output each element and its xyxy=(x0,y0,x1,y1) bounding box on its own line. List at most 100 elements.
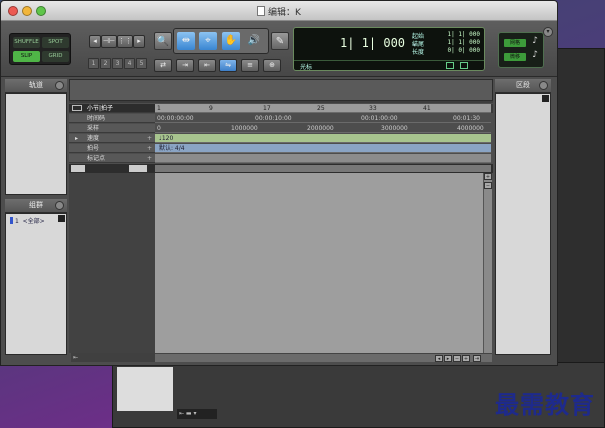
expand-arrow-icon[interactable]: ▸ xyxy=(75,134,78,143)
spot-mode-button[interactable]: SPOT xyxy=(42,37,69,48)
scroll-end-icon[interactable]: ⇥ xyxy=(473,355,481,362)
main-counter-text: 1| 1| 000 xyxy=(340,36,406,50)
zoom-preset-1[interactable]: 1 xyxy=(88,58,99,69)
zoomer-tool-icon[interactable]: 🔍 xyxy=(154,32,172,50)
add-marker-icon[interactable]: + xyxy=(147,154,152,163)
ruler-timecode[interactable]: 时间码 00:00:00:00 00:00:10:00 00:01:00:00 … xyxy=(69,114,493,123)
tracks-panel-header[interactable]: 轨道 xyxy=(5,79,67,93)
group-resize-icon[interactable] xyxy=(58,215,65,222)
ruler-tempo[interactable]: ▸ 速度 + ♩120 xyxy=(69,134,493,143)
universe-view[interactable] xyxy=(69,79,493,101)
regions-list[interactable] xyxy=(495,93,551,355)
sample-tick: 3000000 xyxy=(381,125,408,132)
tempo-label: ▸ 速度 + xyxy=(69,134,155,143)
left-footer-arrow-icon[interactable]: ⇤ xyxy=(71,353,155,362)
insertion-follows-button[interactable]: ≡ xyxy=(241,59,259,72)
selector-tool-icon[interactable]: ⌖ xyxy=(199,32,217,50)
timecode-label: 时间码 xyxy=(69,114,155,123)
bottom-controls[interactable]: ⇤ ▬ ▾ xyxy=(177,409,217,419)
zoom-preset-2[interactable]: 2 xyxy=(100,58,111,69)
length-value[interactable]: 0| 0| 000 xyxy=(447,47,480,54)
meter-lane[interactable]: 默认: 4/4 xyxy=(155,144,491,153)
watermark: 最需教育 xyxy=(495,390,595,419)
zoom-audio-button[interactable]: ⊣⊢ xyxy=(101,35,117,48)
timecode-tick: 00:00:00:00 xyxy=(157,115,194,122)
sample-tick: 4000000 xyxy=(457,125,484,132)
vertical-scrollbar[interactable]: + − xyxy=(483,173,492,353)
groups-menu-icon[interactable] xyxy=(55,201,64,210)
grid-button[interactable]: 网格 xyxy=(504,39,526,47)
groups-panel-header[interactable]: 组群 xyxy=(5,199,67,213)
link-track-button[interactable]: ⇤ xyxy=(198,59,216,72)
meter-value[interactable]: 默认: 4/4 xyxy=(159,144,185,153)
markers-lane[interactable] xyxy=(155,154,491,163)
view-options-icon[interactable] xyxy=(71,165,85,172)
title-bar[interactable]: 编辑：K xyxy=(1,1,557,21)
end-value[interactable]: 1| 1| 000 xyxy=(447,39,480,46)
add-tempo-icon[interactable]: + xyxy=(147,134,152,143)
pencil-tool-icon[interactable]: ✎ xyxy=(271,32,289,50)
sort-dropdown-icon[interactable] xyxy=(129,165,147,172)
mirror-midi-button[interactable]: ⇋ xyxy=(219,59,237,72)
slip-mode-button[interactable]: SLIP xyxy=(13,51,40,62)
toolbar-menu-icon[interactable]: ▾ xyxy=(543,27,553,37)
vertical-zoom-in-icon[interactable]: + xyxy=(484,173,492,180)
nudge-button[interactable]: 微移 xyxy=(504,53,526,61)
ruler-bars-beats[interactable]: 小节|拍子 1 9 17 25 33 41 xyxy=(69,104,493,113)
group-item-all[interactable]: 1 <全部> xyxy=(10,216,45,225)
regions-menu-icon[interactable] xyxy=(539,81,548,90)
trim-tool-icon[interactable]: ⇹ xyxy=(177,32,195,50)
grid-mode-button[interactable]: GRID xyxy=(42,51,69,62)
length-label: 长度 xyxy=(412,49,425,56)
vertical-zoom-out-icon[interactable]: − xyxy=(484,182,492,189)
horizontal-zoom-in-icon[interactable]: + xyxy=(462,355,470,362)
start-value[interactable]: 1| 1| 000 xyxy=(447,31,480,38)
groups-list[interactable]: 1 <全部> xyxy=(5,213,67,355)
regions-panel-header[interactable]: 区段 xyxy=(495,79,551,93)
zoom-midi-button[interactable]: ⋮⋮ xyxy=(117,35,133,48)
cursor-readout: 光标 xyxy=(294,60,484,71)
zoom-preset-4[interactable]: 4 xyxy=(124,58,135,69)
zoom-preset-5[interactable]: 5 xyxy=(136,58,147,69)
cursor-label: 光标 xyxy=(300,64,313,71)
tab-to-transient-button[interactable]: ⇄ xyxy=(154,59,172,72)
horizontal-zoom-out-icon[interactable]: − xyxy=(453,355,461,362)
main-counter-value: 1| 1| 000 ▾ xyxy=(340,36,416,50)
group-number: 1 xyxy=(15,218,19,225)
ruler-view-icon[interactable] xyxy=(72,105,82,111)
zoom-preset-3[interactable]: 3 xyxy=(112,58,123,69)
grabber-tool-icon[interactable]: ✋ xyxy=(222,32,240,50)
ruler-samples[interactable]: 采样 0 1000000 2000000 3000000 4000000 xyxy=(69,124,493,133)
scroll-right-icon[interactable]: ▸ xyxy=(444,355,452,362)
scroll-left-icon[interactable]: ◂ xyxy=(435,355,443,362)
bars-beats-ticks: 1 9 17 25 33 41 xyxy=(155,104,491,113)
track-headers-area[interactable] xyxy=(69,173,155,353)
zoom-out-button[interactable]: ◂ xyxy=(89,35,101,48)
tempo-lane[interactable]: ♩120 xyxy=(155,134,491,143)
shuffle-mode-button[interactable]: SHUFFLE xyxy=(13,37,40,48)
link-timeline-button[interactable]: ⇥ xyxy=(176,59,194,72)
ruler-markers[interactable]: 标记点 + xyxy=(69,154,493,163)
add-meter-icon[interactable]: + xyxy=(147,144,152,153)
tempo-label-text: 速度 xyxy=(87,135,100,142)
bar-tick: 41 xyxy=(423,105,431,112)
tempo-value[interactable]: ♩120 xyxy=(159,134,173,143)
tracks-menu-icon[interactable] xyxy=(55,81,64,90)
regions-panel-title: 区段 xyxy=(516,81,530,89)
scroll-option-button[interactable]: ⊕ xyxy=(263,59,281,72)
horizontal-scrollbar[interactable]: ◂ ▸ − + ⇥ xyxy=(155,353,492,362)
bars-beats-label-text: 小节|拍子 xyxy=(87,105,114,112)
zoom-in-button[interactable]: ▸ xyxy=(133,35,145,48)
meter-label: 拍号 + xyxy=(69,144,155,153)
main-counter[interactable]: 1| 1| 000 ▾ 起始 1| 1| 000 结尾 1| 1| 000 长度… xyxy=(293,27,485,71)
document-icon xyxy=(257,6,266,16)
scrubber-tool-icon[interactable]: 🔊 xyxy=(245,32,263,50)
bar-tick: 1 xyxy=(157,105,161,112)
tracks-list[interactable] xyxy=(5,93,67,195)
regions-resize-icon[interactable] xyxy=(542,95,549,102)
bar-tick: 33 xyxy=(369,105,377,112)
edit-window-header-strip xyxy=(69,79,493,103)
bar-tick: 9 xyxy=(209,105,213,112)
ruler-meter[interactable]: 拍号 + 默认: 4/4 xyxy=(69,144,493,153)
tracks-edit-area[interactable] xyxy=(155,173,483,353)
